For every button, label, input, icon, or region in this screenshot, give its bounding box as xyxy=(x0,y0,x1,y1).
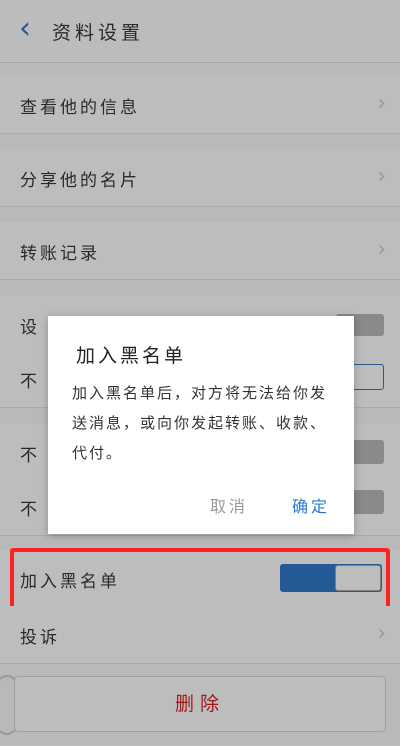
row-setting-a-label: 设 xyxy=(20,318,40,338)
row-transfer-record-label: 转账记录 xyxy=(20,244,100,264)
row-view-info-label: 查看他的信息 xyxy=(20,98,140,118)
row-setting-b-label: 不 xyxy=(20,372,40,392)
row-transfer-record[interactable]: 转账记录 › xyxy=(0,222,400,280)
chevron-left-icon[interactable]: ‹ xyxy=(12,14,38,44)
top-nav-bar: ‹ 资料设置 xyxy=(0,0,400,63)
confirm-button[interactable]: 确定 xyxy=(292,493,330,517)
dialog-message: 加入黑名单后，对方将无法给你发送消息，或向你发起转账、收款、代付。 xyxy=(72,384,328,462)
delete-button[interactable]: 删除 xyxy=(14,676,386,732)
chevron-right-icon: › xyxy=(377,237,386,262)
cancel-button[interactable]: 取消 xyxy=(210,493,248,517)
blacklist-confirm-dialog: 加入黑名单 加入黑名单后，对方将无法给你发送消息，或向你发起转账、收款、代付。 … xyxy=(48,316,354,534)
dialog-title: 加入黑名单 xyxy=(76,345,187,367)
row-share-card[interactable]: 分享他的名片 › xyxy=(0,149,400,207)
row-view-info[interactable]: 查看他的信息 › xyxy=(0,76,400,134)
row-report[interactable]: 投诉 › xyxy=(0,606,400,664)
row-setting-c-label: 不 xyxy=(20,446,40,466)
chevron-right-icon: › xyxy=(377,91,386,116)
row-setting-d-label: 不 xyxy=(20,500,40,520)
chevron-right-icon: › xyxy=(377,164,386,189)
page-title: 资料设置 xyxy=(52,22,145,44)
highlight-frame xyxy=(10,548,390,614)
row-share-card-label: 分享他的名片 xyxy=(20,171,140,191)
row-report-label: 投诉 xyxy=(20,628,60,648)
chevron-right-icon: › xyxy=(377,621,386,646)
